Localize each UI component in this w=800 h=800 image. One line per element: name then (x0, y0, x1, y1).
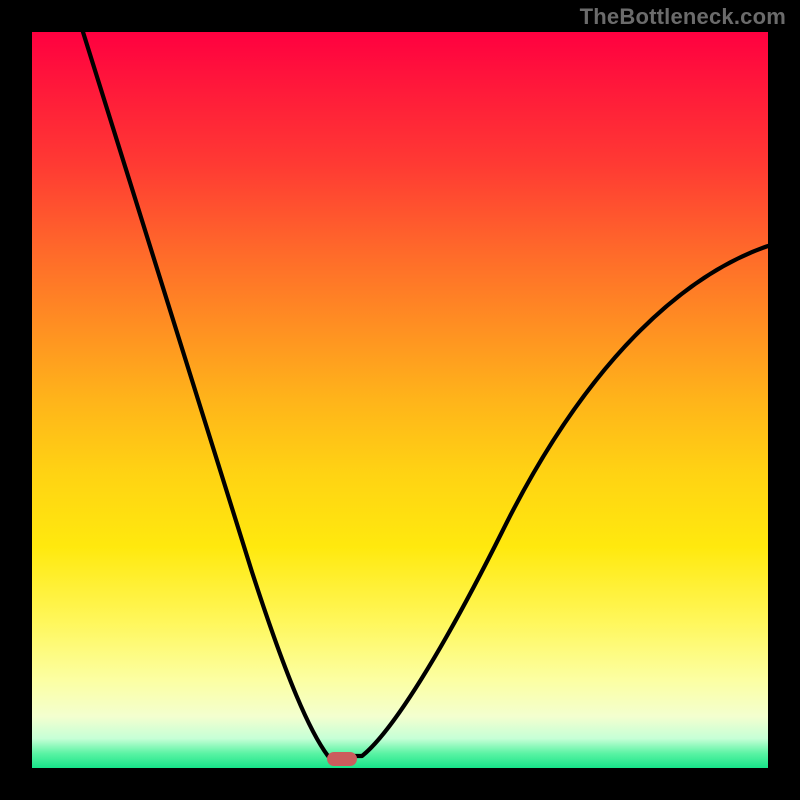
watermark-text: TheBottleneck.com (580, 4, 786, 30)
plot-area (32, 32, 768, 768)
optimal-marker (327, 752, 357, 766)
curve-path (83, 32, 768, 756)
bottleneck-curve (32, 32, 768, 768)
chart-stage: TheBottleneck.com (0, 0, 800, 800)
